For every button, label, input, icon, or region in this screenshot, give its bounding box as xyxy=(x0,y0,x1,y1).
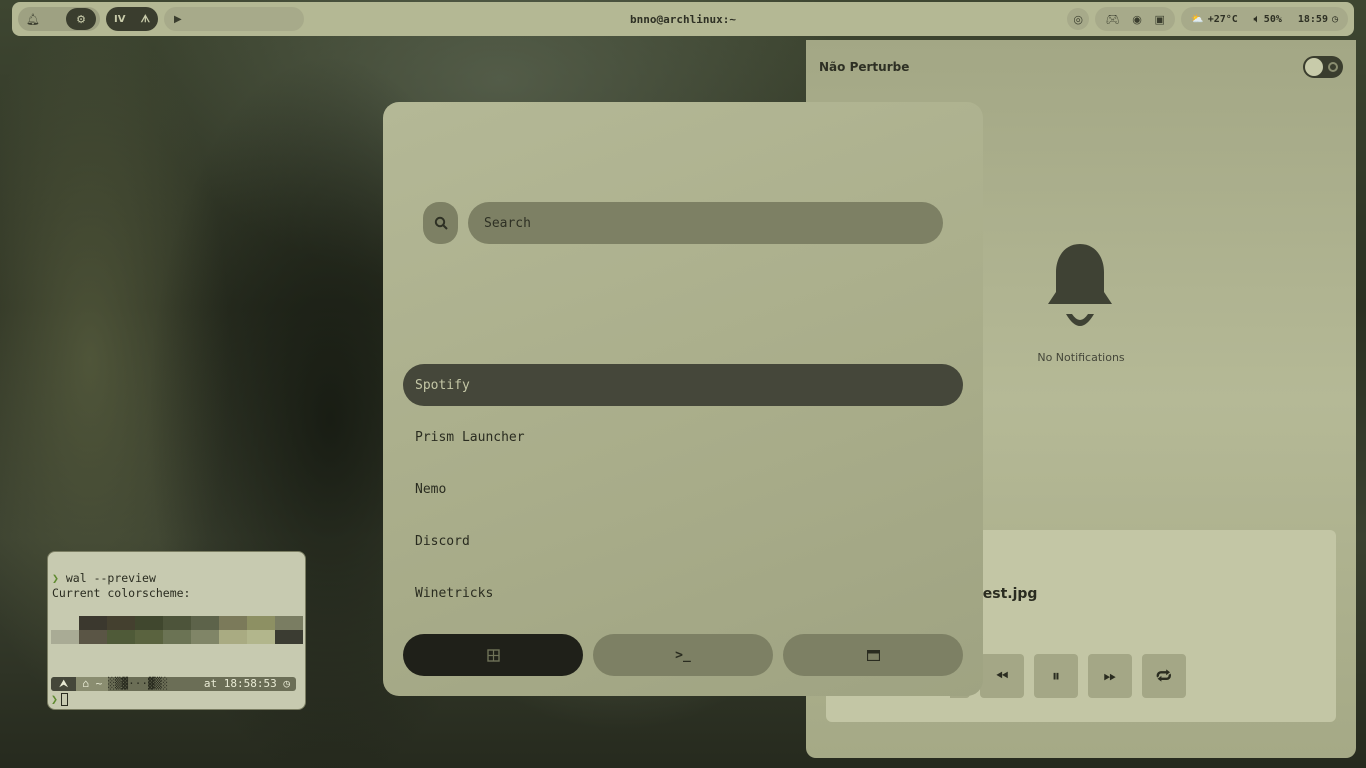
terminal-line-output: Current colorscheme: xyxy=(52,586,191,600)
terminal-line-command: ❯ wal --preview xyxy=(52,571,301,586)
status-time: at 18:58:53 ◷ xyxy=(198,677,296,691)
swatch-row xyxy=(51,616,303,630)
pause-icon: ⏸︎ xyxy=(1051,666,1060,685)
pause-button[interactable]: ⏸︎ xyxy=(1034,654,1078,698)
top-bar: 🔔︎ ⚙ IV ᗑ ▶ bnno@archlinux:~ ◎ 🎮︎ ◉ ▣ ⛅ +… xyxy=(12,2,1354,36)
previous-icon: ⏪︎ xyxy=(995,666,1009,685)
previous-button[interactable]: ⏪︎ xyxy=(980,654,1024,698)
color-swatch xyxy=(275,616,303,630)
repeat-icon: 🔁︎ xyxy=(1155,666,1172,686)
player-controls: ⏪︎ ⏸︎ ⏩︎ 🔁︎ xyxy=(950,654,1186,698)
settings-icon[interactable]: ⚙ xyxy=(66,8,96,30)
terminal-window[interactable]: ❯ wal --preview Current colorscheme: ⮝ ⌂… xyxy=(47,551,306,710)
tab-terminal[interactable]: >_ xyxy=(593,634,773,676)
status-separator: ░▒▓···▓▒░ xyxy=(108,677,168,690)
status-time-text: at 18:58:53 xyxy=(203,677,277,690)
color-swatch xyxy=(135,630,163,644)
launcher-tabs: >_ xyxy=(403,634,963,676)
search-button[interactable] xyxy=(423,202,458,244)
app-list: Spotify Prism Launcher Nemo Discord Wine… xyxy=(403,364,963,624)
record-icon[interactable]: ◎ xyxy=(1067,8,1090,30)
app-item-prism-launcher[interactable]: Prism Launcher xyxy=(403,416,963,458)
terminal-cursor xyxy=(60,693,68,706)
color-swatch xyxy=(191,616,219,630)
volume-icon: 🔈︎ xyxy=(1253,13,1260,25)
clock-time: 18:59 xyxy=(1297,13,1328,25)
swatch-row xyxy=(51,630,303,644)
color-swatch xyxy=(163,630,191,644)
color-swatch xyxy=(219,630,247,644)
toggle-knob xyxy=(1305,58,1323,76)
color-swatch xyxy=(79,630,107,644)
window-icon xyxy=(866,649,880,661)
color-swatch xyxy=(135,616,163,630)
tab-windows[interactable] xyxy=(783,634,963,676)
status-arch-segment: ⮝ xyxy=(51,677,77,691)
steam-icon[interactable]: ◉ xyxy=(1132,13,1142,26)
bar-left-group: 🔔︎ ⚙ xyxy=(18,7,100,31)
dnd-label: Não Perturbe xyxy=(819,60,910,74)
play-icon[interactable]: ▶ xyxy=(174,14,182,25)
status-home-segment: ⌂ ~ xyxy=(76,677,109,691)
terminal-status-line: ⮝ ⌂ ~ ░▒▓···▓▒░ at 18:58:53 ◷ xyxy=(51,677,296,691)
weather[interactable]: ⛅ +27°C xyxy=(1191,14,1238,25)
app-item-discord[interactable]: Discord xyxy=(403,520,963,562)
partly-cloudy-icon: ⛅ xyxy=(1191,13,1204,25)
arch-icon: ᗑ xyxy=(140,13,150,25)
clock[interactable]: 18:59 ◷ xyxy=(1298,14,1338,25)
repeat-button[interactable]: 🔁︎ xyxy=(1142,654,1186,698)
discord-icon[interactable]: 🎮︎ xyxy=(1106,13,1120,26)
search-icon xyxy=(434,216,448,230)
colorscheme-swatches xyxy=(51,616,303,644)
terminal-input-line[interactable]: ❯ xyxy=(51,692,68,707)
color-swatch xyxy=(191,630,219,644)
apps-grid-icon xyxy=(486,648,500,662)
color-swatch xyxy=(247,616,275,630)
app-launcher: Spotify Prism Launcher Nemo Discord Wine… xyxy=(383,102,983,696)
color-swatch xyxy=(247,630,275,644)
volume-level: 50% xyxy=(1263,13,1282,25)
screenshot-icon[interactable]: ▣ xyxy=(1154,13,1164,26)
bar-right-group: ◎ 🎮︎ ◉ ▣ ⛅ +27°C 🔈︎ 50% 18:59 ◷ xyxy=(1067,7,1348,31)
bell-icon[interactable]: 🔔︎ xyxy=(22,8,44,30)
next-button[interactable]: ⏩︎ xyxy=(1088,654,1132,698)
toggle-indicator xyxy=(1328,62,1338,72)
color-swatch xyxy=(107,616,135,630)
search-field[interactable] xyxy=(468,202,943,244)
app-item-nemo[interactable]: Nemo xyxy=(403,468,963,510)
prompt-symbol: ❯ xyxy=(52,571,59,585)
color-swatch xyxy=(79,616,107,630)
clock-icon: ◷ xyxy=(283,677,290,690)
terminal-icon: >_ xyxy=(675,647,691,663)
tab-apps[interactable] xyxy=(403,634,583,676)
bell-icon xyxy=(1048,244,1112,326)
status-info: ⛅ +27°C 🔈︎ 50% 18:59 ◷ xyxy=(1181,7,1348,31)
media-widget[interactable]: ▶ xyxy=(164,7,304,31)
color-swatch xyxy=(219,616,247,630)
workspace-indicator[interactable]: IV ᗑ xyxy=(106,7,158,31)
color-swatch xyxy=(163,616,191,630)
prompt-symbol: ❯ xyxy=(51,692,58,706)
volume[interactable]: 🔈︎ 50% xyxy=(1254,14,1282,25)
workspace-label: IV xyxy=(114,13,126,25)
app-item-spotify[interactable]: Spotify xyxy=(403,364,963,406)
app-item-winetricks[interactable]: Winetricks xyxy=(403,572,963,614)
color-swatch xyxy=(51,616,79,630)
next-icon: ⏩︎ xyxy=(1103,666,1117,685)
color-swatch xyxy=(107,630,135,644)
command-text: wal --preview xyxy=(65,571,156,585)
dnd-toggle[interactable] xyxy=(1303,56,1343,78)
search-input[interactable] xyxy=(484,215,943,231)
system-tray: 🎮︎ ◉ ▣ xyxy=(1095,7,1176,31)
color-swatch xyxy=(51,630,79,644)
clock-icon: ◷ xyxy=(1331,13,1338,25)
weather-temp: +27°C xyxy=(1207,13,1238,25)
color-swatch xyxy=(275,630,303,644)
